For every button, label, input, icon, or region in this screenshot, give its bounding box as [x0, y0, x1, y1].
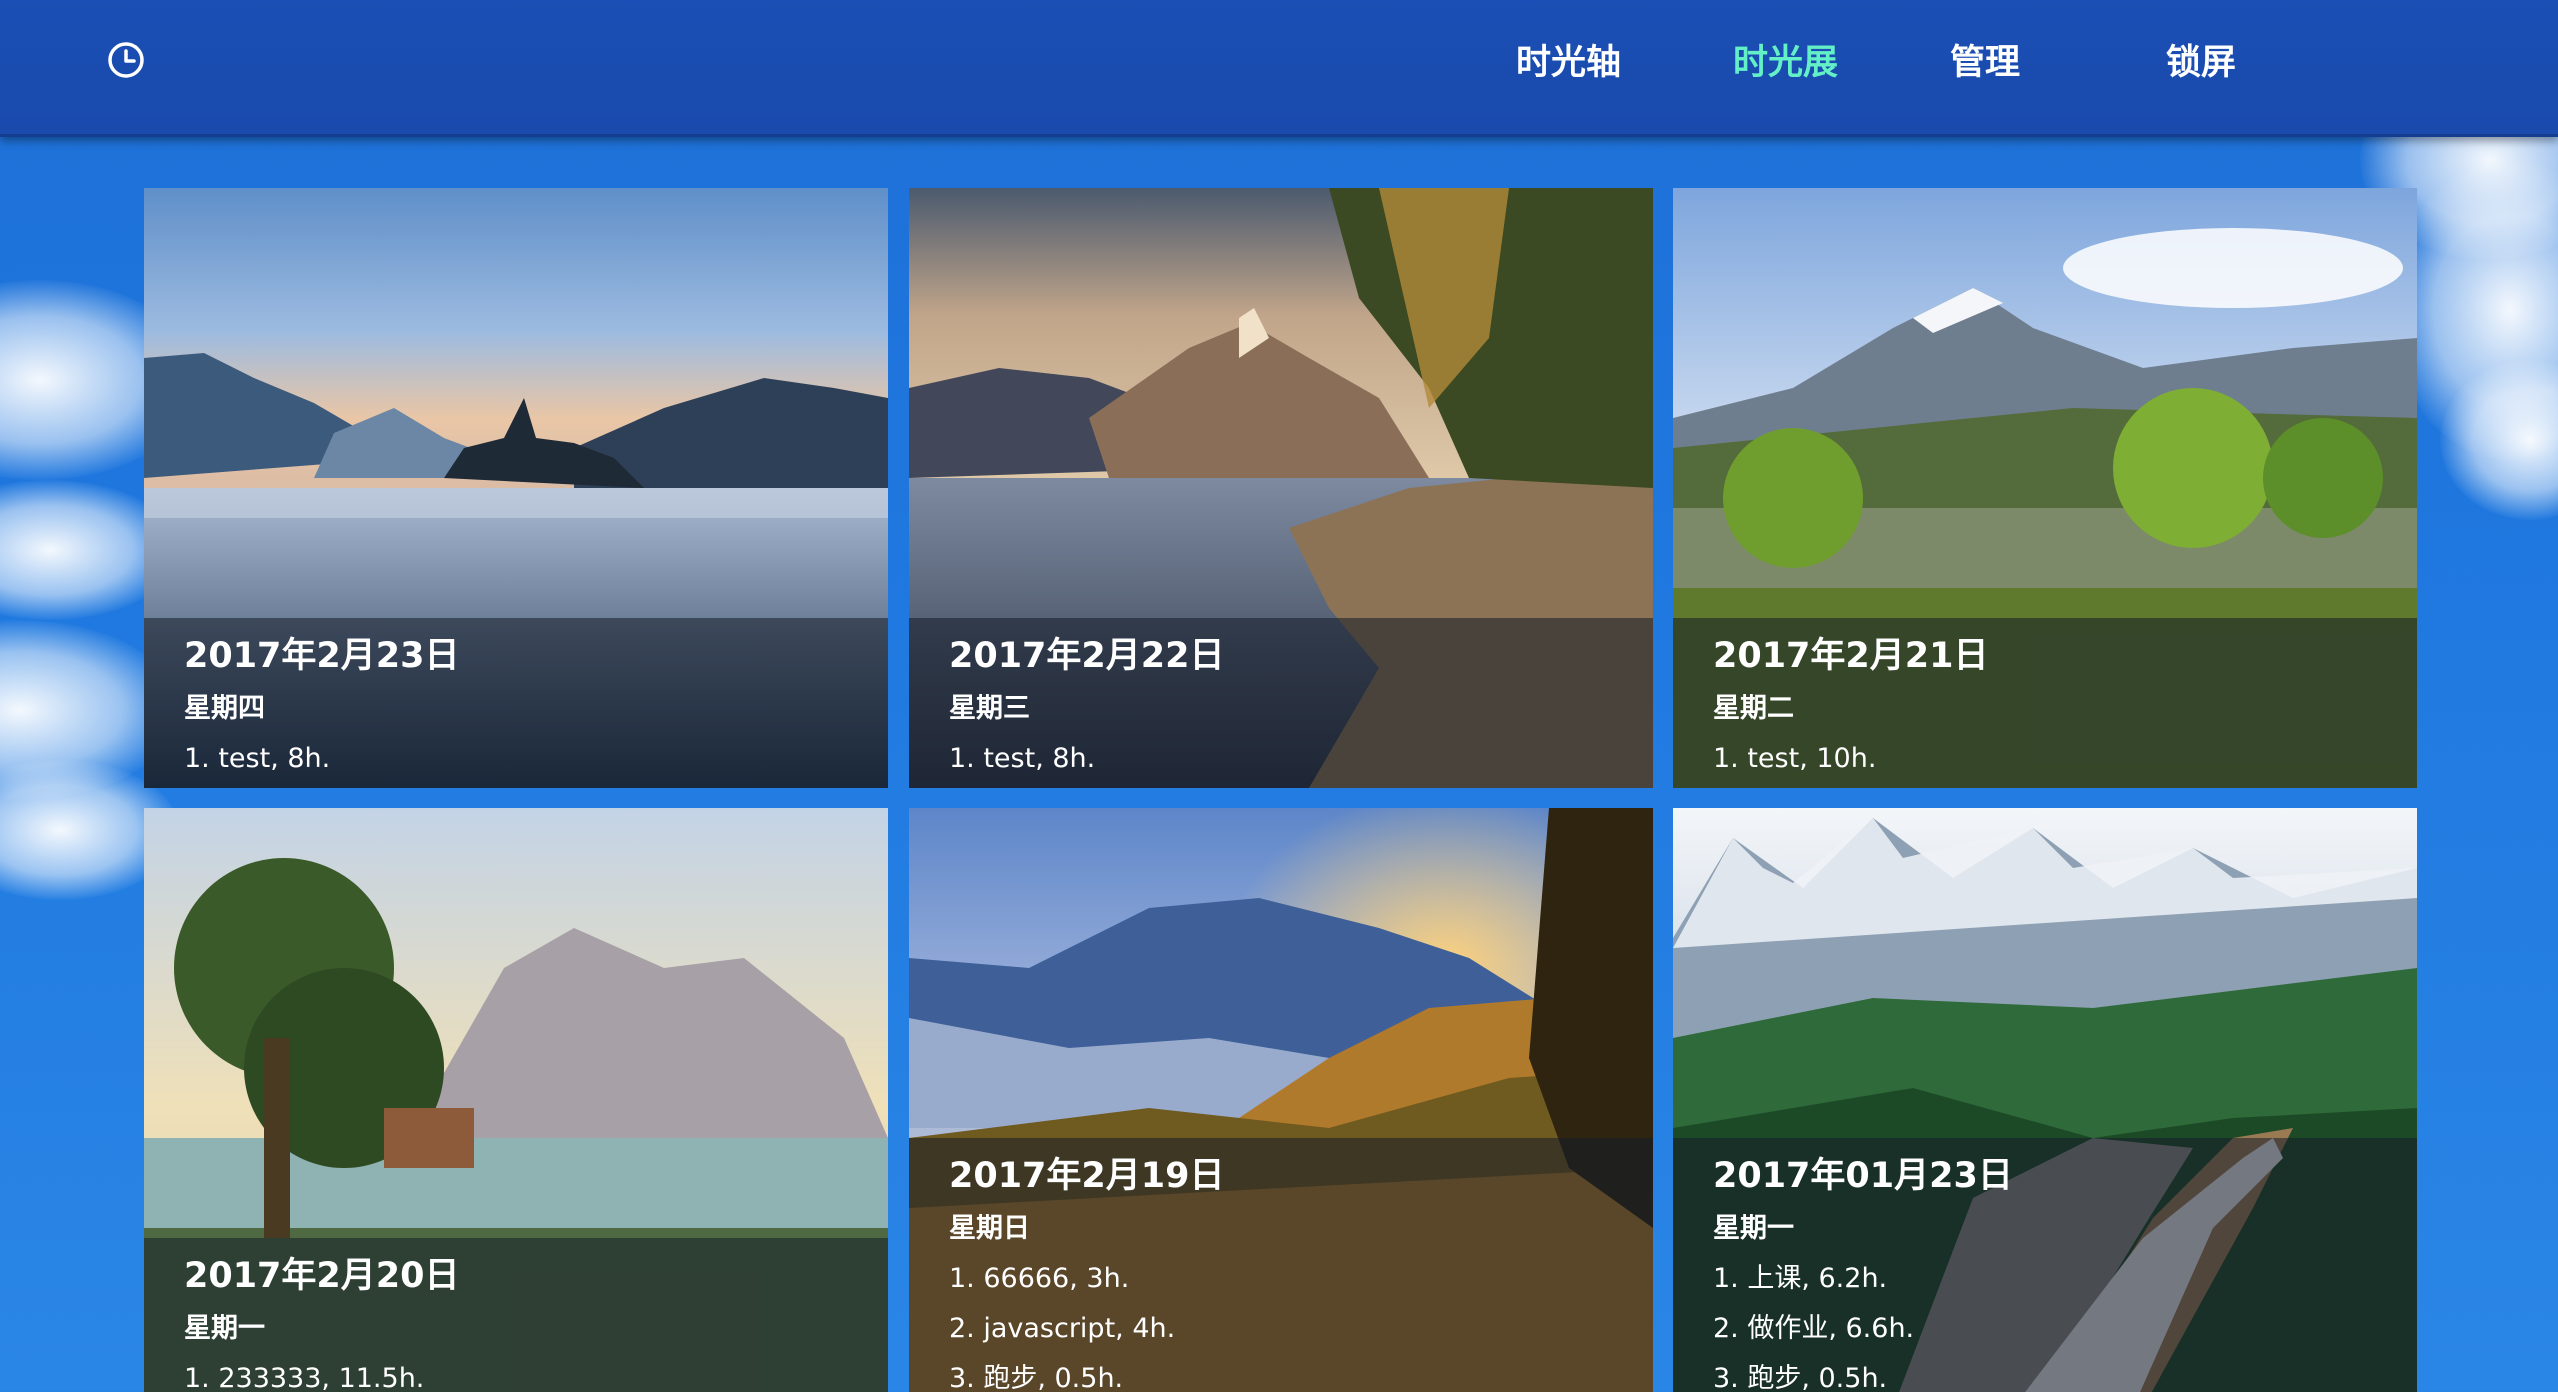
- nav-item-time-exhibition[interactable]: 时光展: [1733, 38, 1838, 88]
- card-weekday: 星期一: [1713, 1213, 1794, 1244]
- nav-item-timeline[interactable]: 时光轴: [1516, 38, 1621, 88]
- card-info-overlay: 2017年2月20日 星期一 1. 233333, 11.5h.: [144, 1238, 888, 1392]
- card-date: 2017年2月23日: [184, 636, 460, 676]
- card-task: 1. test, 10h.: [1713, 743, 1877, 774]
- card-date: 2017年2月22日: [949, 636, 1225, 676]
- day-card[interactable]: 2017年2月19日 星期日 1. 66666, 3h. 2. javascri…: [909, 808, 1653, 1392]
- card-info-overlay: 2017年2月21日 星期二 1. test, 10h.: [1673, 618, 2417, 788]
- card-task: 1. test, 8h.: [184, 743, 331, 774]
- card-date: 2017年01月23日: [1713, 1156, 2013, 1196]
- day-card[interactable]: 2017年2月20日 星期一 1. 233333, 11.5h.: [144, 808, 888, 1392]
- card-weekday: 星期四: [184, 693, 265, 724]
- card-task: 1. test, 8h.: [949, 743, 1096, 774]
- card-task: 2. javascript, 4h.: [949, 1313, 1176, 1344]
- card-task: 1. 233333, 11.5h.: [184, 1363, 425, 1392]
- card-weekday: 星期三: [949, 693, 1030, 724]
- day-card[interactable]: 2017年01月23日 星期一 1. 上课, 6.2h. 2. 做作业, 6.6…: [1673, 808, 2417, 1392]
- card-info-overlay: 2017年2月19日 星期日 1. 66666, 3h. 2. javascri…: [909, 1138, 1653, 1392]
- nav-item-lock-screen[interactable]: 锁屏: [2166, 38, 2236, 88]
- card-task: 1. 66666, 3h.: [949, 1263, 1130, 1294]
- card-weekday: 星期二: [1713, 693, 1794, 724]
- top-nav-bar: 时光轴 时光展 管理 锁屏: [0, 0, 2558, 137]
- card-weekday: 星期一: [184, 1313, 265, 1344]
- card-info-overlay: 2017年2月23日 星期四 1. test, 8h.: [144, 618, 888, 788]
- day-card[interactable]: 2017年2月23日 星期四 1. test, 8h.: [144, 188, 888, 788]
- card-task: 1. 上课, 6.2h.: [1713, 1263, 1888, 1294]
- card-task: 3. 跑步, 0.5h.: [949, 1363, 1124, 1392]
- card-task: 3. 跑步, 0.5h.: [1713, 1363, 1888, 1392]
- card-date: 2017年2月19日: [949, 1156, 1225, 1196]
- clock-icon[interactable]: [106, 40, 146, 80]
- card-info-overlay: 2017年2月22日 星期三 1. test, 8h.: [909, 618, 1653, 788]
- card-task: 2. 做作业, 6.6h.: [1713, 1313, 1915, 1344]
- nav-item-manage[interactable]: 管理: [1950, 38, 2020, 88]
- card-weekday: 星期日: [949, 1213, 1030, 1244]
- card-date: 2017年2月20日: [184, 1256, 460, 1296]
- card-info-overlay: 2017年01月23日 星期一 1. 上课, 6.2h. 2. 做作业, 6.6…: [1673, 1138, 2417, 1392]
- card-date: 2017年2月21日: [1713, 636, 1989, 676]
- day-card[interactable]: 2017年2月21日 星期二 1. test, 10h.: [1673, 188, 2417, 788]
- day-card[interactable]: 2017年2月22日 星期三 1. test, 8h.: [909, 188, 1653, 788]
